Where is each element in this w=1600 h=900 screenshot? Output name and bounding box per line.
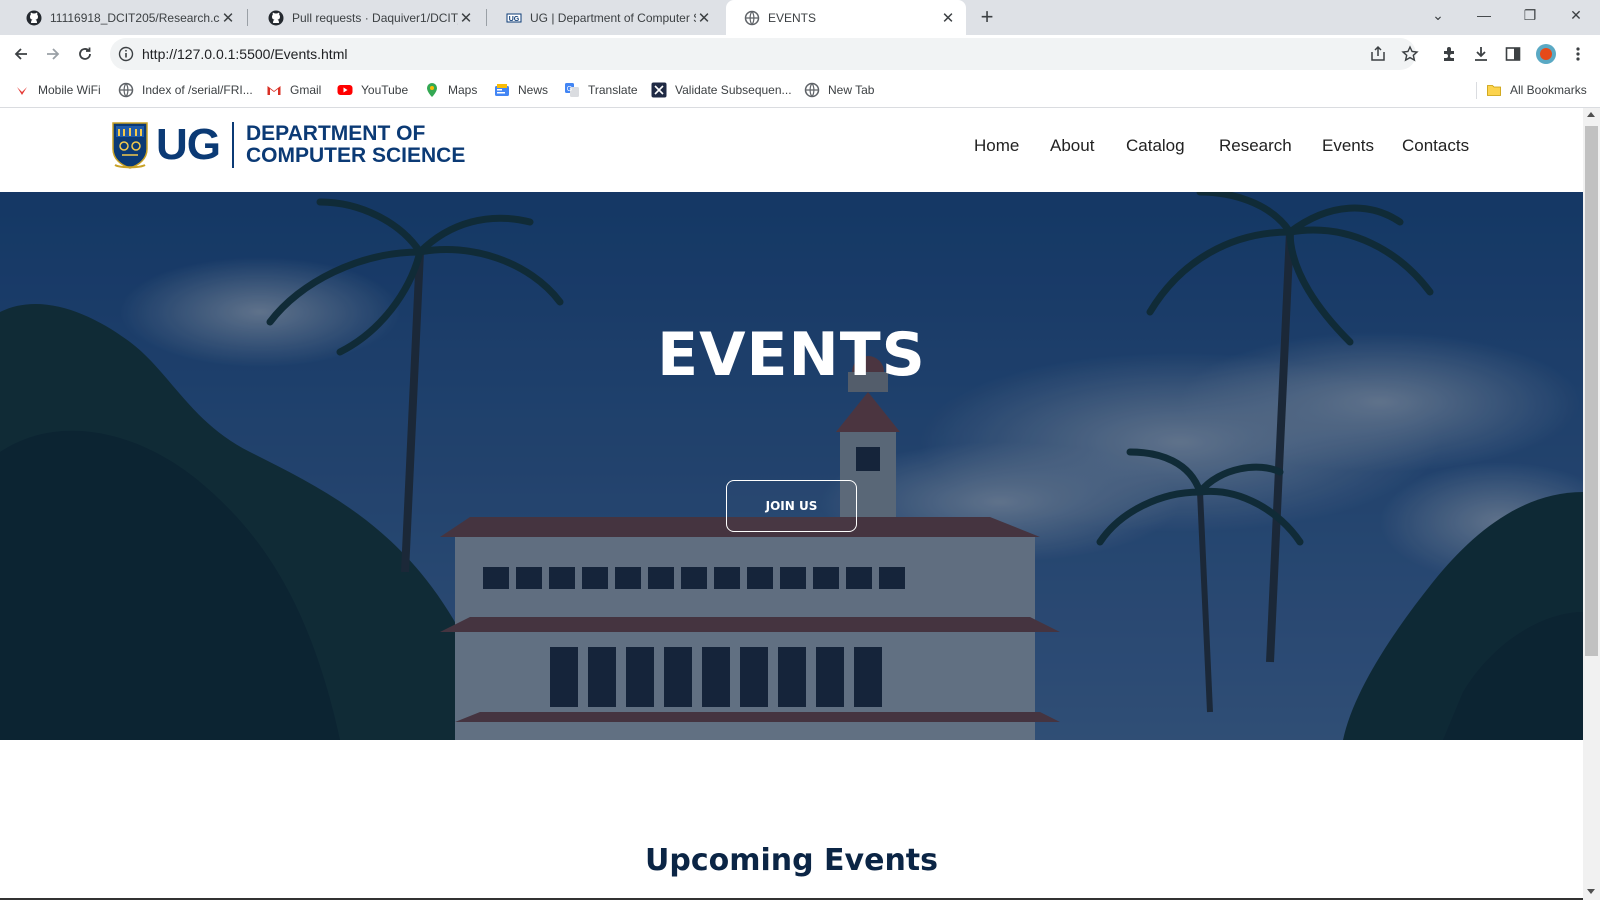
bookmark-new-tab[interactable]: New Tab xyxy=(804,82,874,98)
globe-icon xyxy=(804,82,820,98)
scroll-up-arrow-icon[interactable] xyxy=(1587,112,1595,117)
tab-separator xyxy=(486,9,487,26)
tab-pull-requests[interactable]: Pull requests · Daquiver1/DCIT_205 ✕ xyxy=(250,0,484,35)
profile-avatar[interactable] xyxy=(1536,44,1556,64)
forward-button[interactable] xyxy=(40,41,66,67)
reload-button[interactable] xyxy=(72,41,98,67)
bookmark-mobile-wifi[interactable]: Mobile WiFi xyxy=(14,82,101,98)
side-panel-icon[interactable] xyxy=(1503,44,1523,64)
window-close-button[interactable]: ✕ xyxy=(1554,0,1598,30)
close-icon[interactable]: ✕ xyxy=(696,10,712,27)
logo-department-text: DEPARTMENT OF COMPUTER SCIENCE xyxy=(246,123,465,167)
menu-kebab-icon[interactable] xyxy=(1568,44,1588,64)
browser-toolbar: http://127.0.0.1:5500/Events.html xyxy=(0,35,1600,73)
youtube-icon xyxy=(337,82,353,98)
tab-title: 11116918_DCIT205/Research.css xyxy=(50,10,220,25)
arrow-left-icon xyxy=(14,48,27,60)
bookmark-label: Maps xyxy=(448,83,478,97)
svg-text:UG: UG xyxy=(509,16,520,23)
minimize-button[interactable]: — xyxy=(1462,0,1506,30)
scrollbar-thumb[interactable] xyxy=(1585,126,1598,656)
bookmarks-bar: Mobile WiFi Index of /serial/FRI... Gmai… xyxy=(0,73,1600,108)
gmail-icon xyxy=(266,82,282,98)
site-logo[interactable]: UG DEPARTMENT OF COMPUTER SCIENCE xyxy=(110,120,465,170)
page-viewport: UG DEPARTMENT OF COMPUTER SCIENCE Home A… xyxy=(0,108,1583,900)
bookmark-label: Validate Subsequen... xyxy=(675,83,792,97)
bookmarks-separator xyxy=(1476,82,1477,99)
ug-crest-icon xyxy=(112,122,148,169)
tab-search-icon[interactable]: ⌄ xyxy=(1416,0,1460,30)
maps-icon xyxy=(424,82,440,98)
bookmark-star-icon[interactable] xyxy=(1400,44,1420,64)
tab-ug-department[interactable]: UG UG | Department of Computer Science ✕ xyxy=(488,0,722,35)
browser-tab-strip: 11116918_DCIT205/Research.css ✕ Pull req… xyxy=(0,0,1600,35)
close-icon[interactable]: ✕ xyxy=(940,10,956,27)
translate-icon: G xyxy=(564,82,580,98)
close-icon[interactable]: ✕ xyxy=(220,10,236,27)
hero-banner: EVENTS JOIN US xyxy=(0,192,1583,740)
x-icon xyxy=(651,82,667,98)
huawei-icon xyxy=(14,82,30,98)
arrow-right-icon xyxy=(47,48,60,60)
bookmark-label: Translate xyxy=(588,83,638,97)
bookmark-youtube[interactable]: YouTube xyxy=(337,82,408,98)
tab-events[interactable]: EVENTS ✕ xyxy=(726,0,966,35)
share-icon[interactable] xyxy=(1368,44,1388,64)
logo-divider xyxy=(232,122,234,168)
hero-background-image xyxy=(0,192,1583,740)
bookmark-index-serial[interactable]: Index of /serial/FRI... xyxy=(118,82,253,98)
bookmark-label: Index of /serial/FRI... xyxy=(142,83,253,97)
back-button[interactable] xyxy=(8,41,34,67)
bookmark-label: YouTube xyxy=(361,83,409,97)
logo-line-1: DEPARTMENT OF xyxy=(246,122,426,145)
download-icon[interactable] xyxy=(1471,44,1491,64)
bookmark-label: Gmail xyxy=(290,83,322,97)
svg-text:G: G xyxy=(567,86,572,93)
tab-research-css[interactable]: 11116918_DCIT205/Research.css ✕ xyxy=(8,0,246,35)
bookmark-label: News xyxy=(518,83,549,97)
github-icon xyxy=(268,10,284,25)
page-scrollbar[interactable] xyxy=(1583,108,1600,900)
bookmark-label: All Bookmarks xyxy=(1510,83,1587,97)
tab-title: EVENTS xyxy=(768,10,817,25)
tab-title: UG | Department of Computer Science xyxy=(530,10,696,25)
close-icon[interactable]: ✕ xyxy=(458,10,474,27)
bookmark-validate[interactable]: Validate Subsequen... xyxy=(651,82,792,98)
bookmark-label: Mobile WiFi xyxy=(38,83,101,97)
hero-title: EVENTS xyxy=(657,320,926,390)
address-bar[interactable]: http://127.0.0.1:5500/Events.html xyxy=(110,38,1416,70)
tab-separator xyxy=(247,9,248,26)
news-icon xyxy=(494,82,510,98)
site-header: UG DEPARTMENT OF COMPUTER SCIENCE Home A… xyxy=(0,108,1583,192)
globe-icon xyxy=(118,82,134,98)
extensions-icon[interactable] xyxy=(1439,44,1459,64)
nav-home[interactable]: Home xyxy=(974,136,1019,156)
bookmark-label: New Tab xyxy=(828,83,875,97)
bookmark-gmail[interactable]: Gmail xyxy=(266,82,321,98)
upcoming-events-heading: Upcoming Events xyxy=(645,843,938,878)
bookmark-news[interactable]: News xyxy=(494,82,548,98)
folder-icon xyxy=(1486,82,1502,98)
url-text: http://127.0.0.1:5500/Events.html xyxy=(142,46,348,62)
logo-line-2: COMPUTER SCIENCE xyxy=(246,144,466,167)
new-tab-button[interactable]: + xyxy=(976,6,998,29)
nav-about[interactable]: About xyxy=(1050,136,1094,156)
nav-research[interactable]: Research xyxy=(1219,136,1292,156)
bookmark-maps[interactable]: Maps xyxy=(424,82,477,98)
info-icon[interactable] xyxy=(118,46,134,62)
reload-icon xyxy=(79,47,91,60)
tab-title: Pull requests · Daquiver1/DCIT_205 xyxy=(292,10,458,25)
restore-button[interactable]: ❐ xyxy=(1508,0,1552,30)
all-bookmarks[interactable]: All Bookmarks xyxy=(1486,82,1587,98)
ug-icon: UG xyxy=(506,13,522,23)
bookmark-translate[interactable]: G Translate xyxy=(564,82,638,98)
scroll-down-arrow-icon[interactable] xyxy=(1587,889,1595,894)
nav-contacts[interactable]: Contacts xyxy=(1402,136,1469,156)
logo-ug-text: UG xyxy=(156,120,221,169)
join-us-button[interactable]: JOIN US xyxy=(726,480,857,532)
nav-catalog[interactable]: Catalog xyxy=(1126,136,1185,156)
github-icon xyxy=(26,10,42,25)
globe-icon xyxy=(744,10,760,25)
nav-events[interactable]: Events xyxy=(1322,136,1374,156)
